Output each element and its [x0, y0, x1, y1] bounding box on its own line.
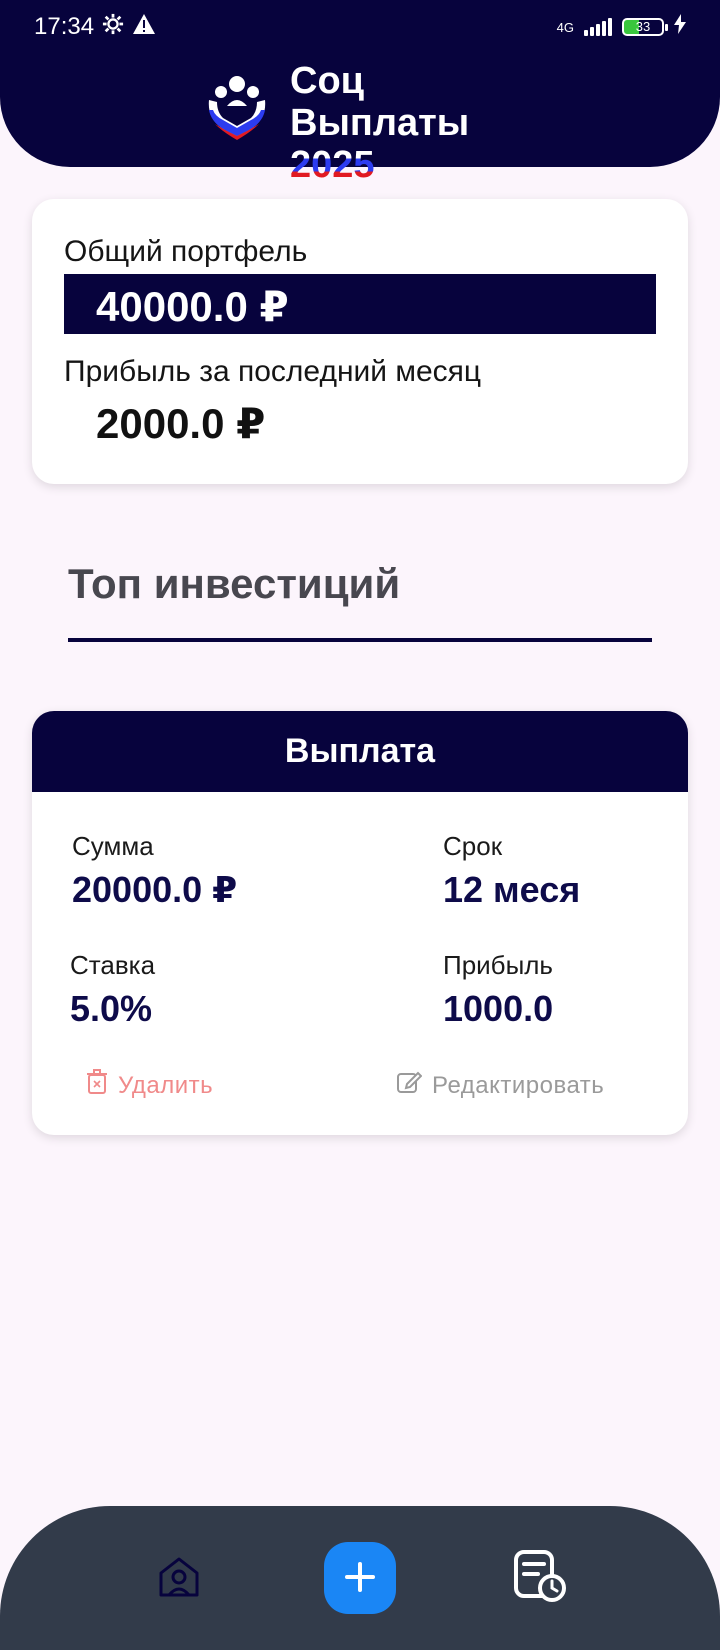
edit-label: Редактировать — [432, 1071, 605, 1099]
home-person-icon — [157, 1557, 201, 1602]
edit-icon — [396, 1069, 423, 1102]
bottom-navigation — [0, 1506, 720, 1650]
section-title: Топ инвестиций — [68, 560, 401, 607]
settings-gear-icon — [102, 13, 124, 42]
network-type: 4G — [556, 19, 574, 35]
charging-icon — [674, 13, 686, 41]
status-time: 17:34 — [34, 13, 95, 40]
delete-button[interactable]: Удалить — [86, 1069, 213, 1102]
portfolio-profit-label: Прибыль за последний месяц — [64, 355, 482, 388]
warning-icon — [132, 13, 156, 42]
portfolio-total-bar: 40000.0 ₽ — [64, 274, 656, 334]
term-value: 12 меся — [443, 869, 581, 910]
nav-home-button[interactable] — [155, 1554, 203, 1602]
app-title: Соц Выплаты 2025 — [290, 60, 550, 186]
investment-card[interactable]: Выплата Сумма 20000.0 ₽ Срок 12 меся Ста… — [32, 711, 688, 1135]
delete-label: Удалить — [118, 1071, 214, 1099]
status-right: 4G 33 — [557, 13, 686, 41]
edit-button[interactable]: Редактировать — [396, 1069, 604, 1102]
status-bar: 17:34 4G 33 — [34, 12, 686, 42]
profit-label: Прибыль — [443, 950, 553, 980]
portfolio-total-value: 40000.0 ₽ — [96, 283, 289, 330]
app-title-year: 2025 — [290, 144, 550, 186]
investment-card-title: Выплата — [32, 711, 688, 792]
battery-icon: 33 — [622, 18, 668, 36]
rate-label: Ставка — [70, 950, 156, 980]
app-header: 17:34 4G 33 Соц Выплаты 2025 — [0, 0, 720, 186]
term-label: Срок — [443, 831, 503, 861]
plus-icon — [344, 1561, 376, 1596]
history-icon — [512, 1550, 568, 1607]
nav-history-button[interactable] — [512, 1548, 568, 1604]
portfolio-card: Общий портфель 40000.0 ₽ Прибыль за посл… — [32, 199, 688, 484]
app-title-main: Соц Выплаты — [290, 60, 470, 144]
portfolio-total-label: Общий портфель — [64, 235, 308, 268]
section-divider — [68, 638, 652, 642]
sum-value: 20000.0 ₽ — [72, 869, 238, 910]
rate-value: 5.0% — [70, 988, 153, 1029]
profit-value: 1000.0 — [443, 988, 554, 1029]
signal-icon — [584, 18, 612, 36]
app-logo-icon — [205, 70, 269, 142]
portfolio-profit-value: 2000.0 ₽ — [96, 400, 266, 447]
trash-icon — [86, 1069, 108, 1102]
sum-label: Сумма — [72, 831, 154, 861]
nav-add-button[interactable] — [324, 1542, 396, 1614]
